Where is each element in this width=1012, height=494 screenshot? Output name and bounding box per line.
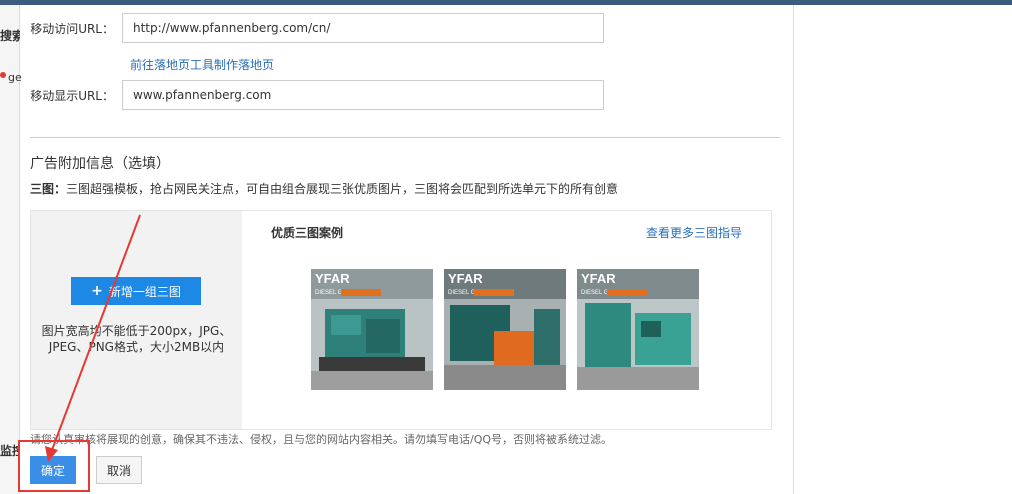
display-url-label: 移动显示URL：: [30, 88, 114, 103]
add-button-label: 新增一组三图: [108, 284, 181, 299]
add-three-image-button[interactable]: + 新增一组三图: [71, 277, 201, 305]
display-url-row: 移动显示URL：: [30, 80, 604, 110]
mobile-url-row: 移动访问URL：: [30, 13, 604, 43]
mobile-url-input[interactable]: [122, 13, 604, 43]
more-guide-link[interactable]: 查看更多三图指导: [646, 224, 742, 241]
right-panel: [794, 5, 1012, 494]
generator-image-icon: YFAR DIESEL GENERATORS: [444, 269, 566, 390]
sidebar-monitor-fragment[interactable]: 监控: [0, 442, 20, 459]
upload-hint: 图片宽高均不能低于200px，JPG、JPEG、PNG格式，大小2MB以内: [41, 324, 232, 354]
upload-area: + 新增一组三图 图片宽高均不能低于200px，JPG、JPEG、PNG格式，大…: [31, 211, 242, 429]
left-sidebar-edge: 搜索 ge 监控: [0, 5, 22, 494]
three-image-description: 三图：三图超强模板，抢占网民关注点，可自由组合展现三张优质图片，三图将会匹配到所…: [30, 180, 618, 197]
status-dot-icon: [0, 72, 6, 78]
section-divider: [30, 137, 780, 138]
thumb-brand: YFAR: [581, 271, 616, 286]
mobile-url-label: 移动访问URL：: [30, 21, 114, 36]
plus-icon: +: [91, 283, 103, 299]
thumb-brand: YFAR: [315, 271, 350, 286]
cancel-button[interactable]: 取消: [96, 456, 142, 484]
sidebar-item-fragment[interactable]: ge: [8, 71, 28, 84]
example-thumbnail[interactable]: YFAR DIESEL GENERATORS: [577, 269, 699, 390]
example-thumbnail[interactable]: YFAR DIESEL GENERATORS: [444, 269, 566, 390]
sidebar-search-fragment[interactable]: 搜索: [0, 27, 20, 44]
generator-image-icon: YFAR DIESEL GENERATORS: [577, 269, 699, 390]
examples-title: 优质三图案例: [271, 226, 344, 240]
extension-section-title: 广告附加信息（选填）: [30, 156, 170, 172]
example-thumbnail[interactable]: YFAR DIESEL GENERATORS: [311, 269, 433, 390]
display-url-input[interactable]: [122, 80, 604, 110]
content-disclaimer: 请您认真审核将展现的创意，确保其不违法、侵权，且与您的网站内容相关。请勿填写电话…: [30, 433, 613, 446]
examples-area: 优质三图案例 查看更多三图指导 YFAR DIESEL GENERATORS: [242, 211, 772, 429]
three-image-label: 三图：: [30, 182, 67, 196]
three-image-desc-text: 三图超强模板，抢占网民关注点，可自由组合展现三张优质图片，三图将会匹配到所选单元…: [66, 182, 619, 196]
confirm-button[interactable]: 确定: [30, 456, 76, 484]
thumb-brand: YFAR: [448, 271, 483, 286]
ad-editor-page: 搜索 ge 监控 移动访问URL： 前往落地页工具制作落地页 移动显示URL： …: [0, 0, 1012, 494]
landing-page-tool-link[interactable]: 前往落地页工具制作落地页: [130, 56, 274, 73]
generator-image-icon: YFAR DIESEL GENERATORS: [311, 269, 433, 390]
three-image-panel: + 新增一组三图 图片宽高均不能低于200px，JPG、JPEG、PNG格式，大…: [30, 210, 772, 430]
